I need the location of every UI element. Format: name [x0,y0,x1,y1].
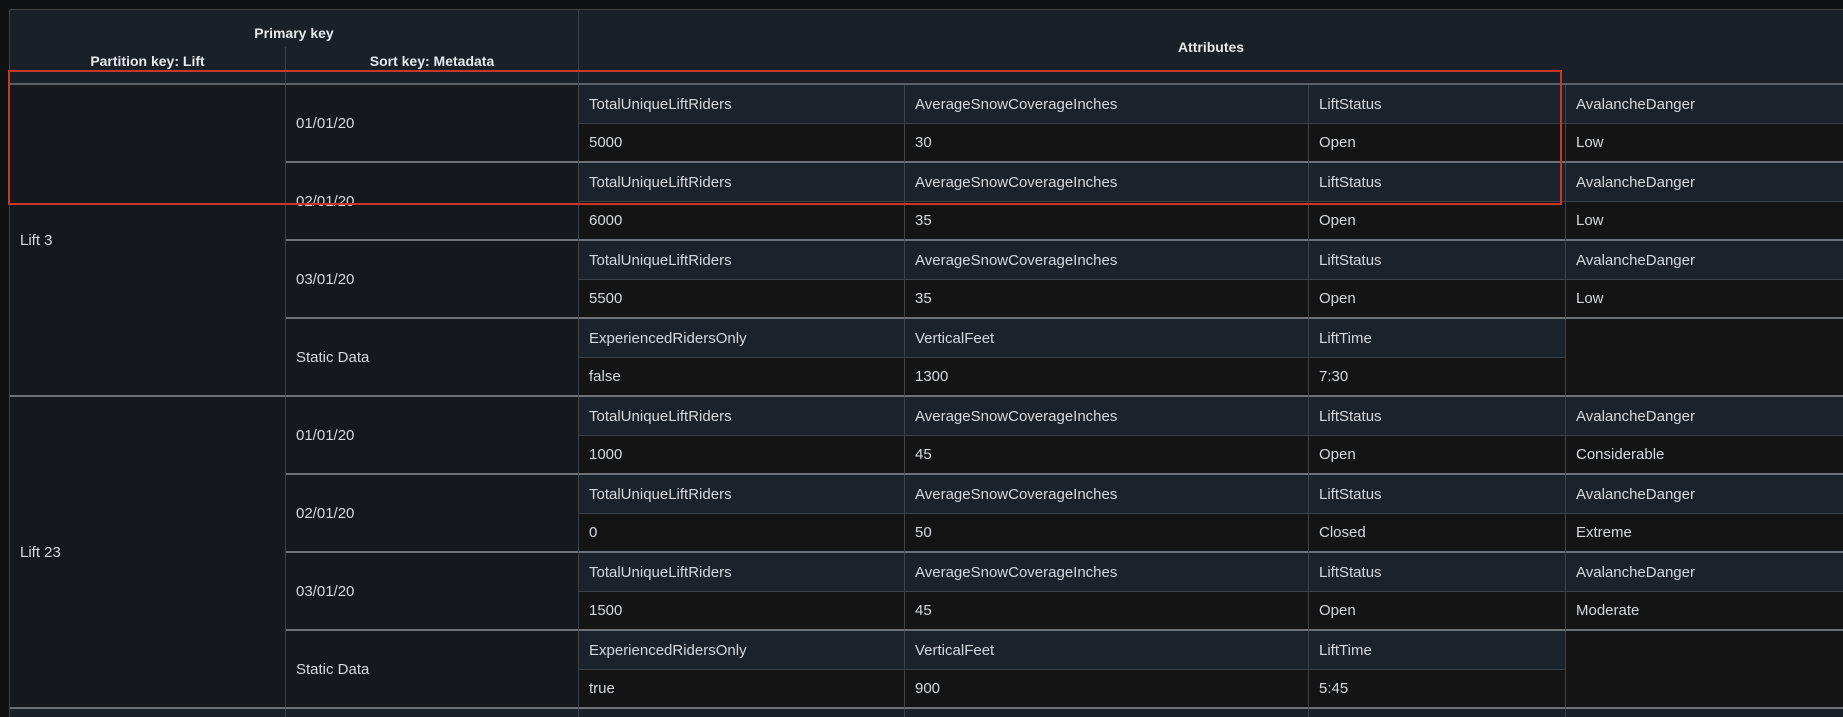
attribute-value-cell: 1300 [905,358,1309,397]
table-continuation [1309,709,1566,717]
attribute-value-cell: Open [1309,202,1566,241]
attribute-name-cell: LiftStatus [1309,163,1566,202]
attribute-value-cell: Open [1309,592,1566,631]
table-continuation [10,709,286,717]
attributes-header: Attributes [579,9,1843,85]
attribute-value-cell: 5500 [579,280,905,319]
attribute-name-cell: TotalUniqueLiftRiders [579,241,905,280]
empty-attribute-cell [1566,319,1843,397]
attribute-value-cell: 7:30 [1309,358,1566,397]
attribute-name-cell: TotalUniqueLiftRiders [579,163,905,202]
attribute-name-cell: AverageSnowCoverageInches [905,553,1309,592]
sort-key-cell: Static Data [286,631,579,709]
table-continuation [905,709,1309,717]
attribute-name-cell: AvalancheDanger [1566,163,1843,202]
attribute-name-cell: AvalancheDanger [1566,397,1843,436]
attribute-value-cell: Open [1309,436,1566,475]
empty-attribute-cell [1566,631,1843,709]
attribute-value-cell: 35 [905,202,1309,241]
attribute-name-cell: LiftStatus [1309,475,1566,514]
sort-key-cell: 01/01/20 [286,85,579,163]
attribute-name-cell: AvalancheDanger [1566,241,1843,280]
sort-key-cell: 03/01/20 [286,553,579,631]
attribute-name-cell: AvalancheDanger [1566,85,1843,124]
sort-key-cell: 03/01/20 [286,241,579,319]
attribute-name-cell: VerticalFeet [905,319,1309,358]
attribute-name-cell: LiftStatus [1309,85,1566,124]
attribute-value-cell: Closed [1309,514,1566,553]
attribute-name-cell: AverageSnowCoverageInches [905,241,1309,280]
attribute-value-cell: 900 [905,670,1309,709]
attribute-value-cell: Considerable [1566,436,1843,475]
data-model-table: Primary key Attributes Partition key: Li… [9,9,1843,717]
sort-key-cell: Static Data [286,319,579,397]
partition-key-cell: Lift 3 [10,85,286,397]
sort-key-cell: 02/01/20 [286,163,579,241]
attribute-name-cell: AverageSnowCoverageInches [905,397,1309,436]
attribute-name-cell: AverageSnowCoverageInches [905,163,1309,202]
attribute-value-cell: 6000 [579,202,905,241]
attribute-name-cell: ExperiencedRidersOnly [579,319,905,358]
attribute-name-cell: AverageSnowCoverageInches [905,475,1309,514]
attribute-name-cell: AverageSnowCoverageInches [905,85,1309,124]
table-continuation [579,709,905,717]
attribute-value-cell: 1000 [579,436,905,475]
sort-key-header: Sort key: Metadata [286,47,579,85]
attribute-value-cell: Extreme [1566,514,1843,553]
attribute-name-cell: VerticalFeet [905,631,1309,670]
attribute-name-cell: LiftTime [1309,319,1566,358]
attribute-value-cell: Low [1566,202,1843,241]
attribute-value-cell: 1500 [579,592,905,631]
attribute-value-cell: Open [1309,124,1566,163]
attribute-value-cell: 50 [905,514,1309,553]
table-continuation [1566,709,1843,717]
attribute-name-cell: TotalUniqueLiftRiders [579,475,905,514]
attribute-name-cell: AvalancheDanger [1566,475,1843,514]
attribute-name-cell: LiftStatus [1309,397,1566,436]
attribute-name-cell: ExperiencedRidersOnly [579,631,905,670]
attribute-value-cell: 45 [905,592,1309,631]
attribute-name-cell: TotalUniqueLiftRiders [579,397,905,436]
attribute-value-cell: Moderate [1566,592,1843,631]
table-continuation [286,709,579,717]
attribute-name-cell: TotalUniqueLiftRiders [579,85,905,124]
primary-key-header: Primary key [10,9,579,47]
attribute-value-cell: false [579,358,905,397]
attribute-name-cell: AvalancheDanger [1566,553,1843,592]
attribute-value-cell: 35 [905,280,1309,319]
partition-key-cell: Lift 23 [10,397,286,709]
partition-key-header: Partition key: Lift [10,47,286,85]
attribute-value-cell: 0 [579,514,905,553]
attribute-value-cell: 5:45 [1309,670,1566,709]
attribute-value-cell: Low [1566,124,1843,163]
attribute-name-cell: LiftStatus [1309,241,1566,280]
attribute-name-cell: TotalUniqueLiftRiders [579,553,905,592]
attribute-value-cell: Open [1309,280,1566,319]
attribute-value-cell: Low [1566,280,1843,319]
attribute-name-cell: LiftStatus [1309,553,1566,592]
sort-key-cell: 02/01/20 [286,475,579,553]
attribute-name-cell: LiftTime [1309,631,1566,670]
attribute-value-cell: 45 [905,436,1309,475]
sort-key-cell: 01/01/20 [286,397,579,475]
attribute-value-cell: 30 [905,124,1309,163]
attribute-value-cell: 5000 [579,124,905,163]
attribute-value-cell: true [579,670,905,709]
